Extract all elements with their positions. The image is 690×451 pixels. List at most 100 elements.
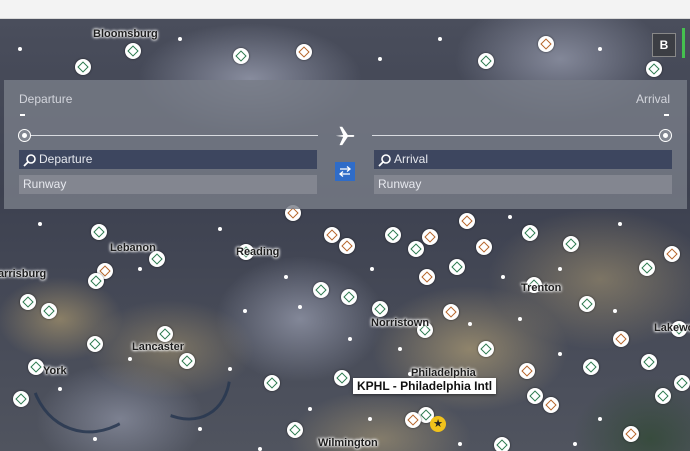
airfield-dot[interactable]	[438, 37, 442, 41]
airport-pin[interactable]	[419, 269, 435, 285]
swap-airports-button[interactable]	[335, 162, 355, 181]
airport-pin[interactable]	[478, 53, 494, 69]
airfield-dot[interactable]	[18, 47, 22, 51]
airport-pin[interactable]	[385, 227, 401, 243]
airfield-dot[interactable]	[138, 267, 142, 271]
airport-pin[interactable]	[655, 388, 671, 404]
airport-pin[interactable]	[179, 353, 195, 369]
airfield-dot[interactable]	[598, 47, 602, 51]
airfield-dot[interactable]	[613, 309, 617, 313]
airport-pin[interactable]	[543, 397, 559, 413]
arrival-search-placeholder: Arrival	[394, 152, 429, 166]
airfield-dot[interactable]	[308, 407, 312, 411]
airport-pin[interactable]	[324, 227, 340, 243]
airport-pin[interactable]	[639, 260, 655, 276]
airport-pin[interactable]	[91, 224, 107, 240]
airfield-dot[interactable]	[368, 417, 372, 421]
departure-search-input[interactable]: Departure	[19, 150, 317, 169]
departure-search-placeholder: Departure	[39, 152, 93, 166]
airport-pin[interactable]	[334, 370, 350, 386]
airport-pin[interactable]	[623, 426, 639, 442]
airfield-dot[interactable]	[228, 367, 232, 371]
airport-pin[interactable]	[313, 282, 329, 298]
airport-pin[interactable]	[494, 437, 510, 451]
departure-runway-select[interactable]: Runway	[19, 175, 317, 194]
airport-pin[interactable]	[75, 59, 91, 75]
departure-route-line	[31, 135, 318, 136]
airfield-dot[interactable]	[178, 37, 182, 41]
airfield-dot[interactable]	[128, 357, 132, 361]
arrival-search-input[interactable]: Arrival	[374, 150, 672, 169]
airport-pin[interactable]	[664, 246, 680, 262]
airfield-dot[interactable]	[398, 347, 402, 351]
airport-pin[interactable]	[422, 229, 438, 245]
airport-pin[interactable]	[28, 359, 44, 375]
arrival-route-line	[372, 135, 660, 136]
airport-pin[interactable]	[443, 304, 459, 320]
airport-pin[interactable]	[157, 326, 173, 342]
airport-pin[interactable]	[641, 354, 657, 370]
airport-pin[interactable]	[287, 422, 303, 438]
airfield-dot[interactable]	[38, 222, 42, 226]
airport-pin[interactable]	[476, 239, 492, 255]
airport-pin[interactable]	[583, 359, 599, 375]
airport-pin[interactable]	[579, 296, 595, 312]
star-icon[interactable]: ★	[430, 416, 446, 432]
airport-pin[interactable]	[233, 48, 249, 64]
airfield-dot[interactable]	[93, 437, 97, 441]
airport-pin[interactable]	[41, 303, 57, 319]
airport-pin[interactable]	[20, 294, 36, 310]
arrival-code	[664, 114, 669, 116]
arrival-point-radio[interactable]	[659, 129, 672, 142]
airfield-dot[interactable]	[468, 322, 472, 326]
airport-pin[interactable]	[478, 341, 494, 357]
airport-pin[interactable]	[613, 331, 629, 347]
airport-pin[interactable]	[522, 225, 538, 241]
airfield-dot[interactable]	[298, 305, 302, 309]
airfield-dot[interactable]	[348, 337, 352, 341]
airfield-dot[interactable]	[284, 275, 288, 279]
map-layer-button[interactable]: B	[652, 33, 676, 57]
airfield-dot[interactable]	[598, 417, 602, 421]
arrival-label: Arrival	[636, 92, 671, 106]
city-label: Harrisburg	[0, 268, 47, 280]
arrival-runway-select[interactable]: Runway	[374, 175, 672, 194]
airport-pin[interactable]	[674, 375, 690, 391]
airport-pin[interactable]	[88, 273, 104, 289]
airport-pin[interactable]	[87, 336, 103, 352]
airport-pin[interactable]	[339, 238, 355, 254]
airport-pin[interactable]	[563, 236, 579, 252]
airport-pin[interactable]	[372, 301, 388, 317]
airfield-dot[interactable]	[573, 442, 577, 446]
airfield-dot[interactable]	[218, 227, 222, 231]
airport-pin[interactable]	[264, 375, 280, 391]
airfield-dot[interactable]	[378, 57, 382, 61]
airport-pin[interactable]	[449, 259, 465, 275]
airport-pin[interactable]	[341, 289, 357, 305]
airport-pin[interactable]	[125, 43, 141, 59]
airfield-dot[interactable]	[518, 317, 522, 321]
departure-point-radio[interactable]	[18, 129, 31, 142]
airport-tooltip: KPHL - Philadelphia Intl	[353, 378, 497, 394]
airport-pin[interactable]	[13, 391, 29, 407]
airport-pin[interactable]	[519, 363, 535, 379]
search-icon	[378, 154, 391, 167]
airport-pin[interactable]	[405, 412, 421, 428]
airport-pin[interactable]	[296, 44, 312, 60]
airport-pin[interactable]	[459, 213, 475, 229]
airfield-dot[interactable]	[258, 447, 262, 451]
airfield-dot[interactable]	[558, 267, 562, 271]
airport-pin[interactable]	[527, 388, 543, 404]
airfield-dot[interactable]	[458, 442, 462, 446]
airfield-dot[interactable]	[558, 352, 562, 356]
airport-pin[interactable]	[646, 61, 662, 77]
airfield-dot[interactable]	[508, 215, 512, 219]
airport-pin[interactable]	[538, 36, 554, 52]
airfield-dot[interactable]	[198, 427, 202, 431]
airfield-dot[interactable]	[501, 275, 505, 279]
airfield-dot[interactable]	[370, 267, 374, 271]
airfield-dot[interactable]	[618, 222, 622, 226]
airfield-dot[interactable]	[243, 309, 247, 313]
airfield-dot[interactable]	[58, 387, 62, 391]
airport-pin[interactable]	[408, 241, 424, 257]
